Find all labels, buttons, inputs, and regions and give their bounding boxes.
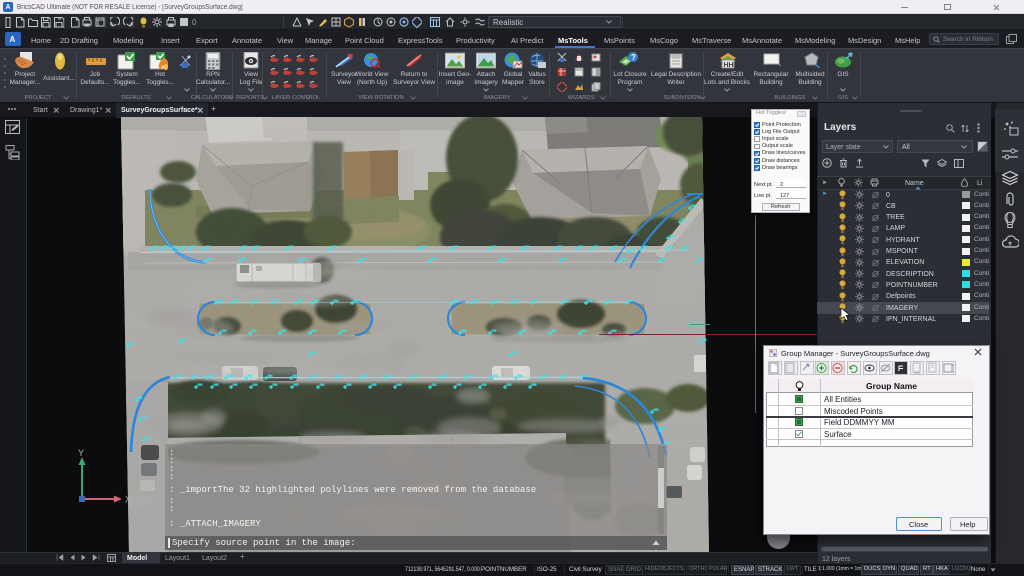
svg-text:?: ? (631, 53, 636, 62)
svg-text:X: X (125, 495, 131, 505)
svg-text:Y: Y (78, 448, 84, 458)
svg-text:HH: HH (724, 62, 734, 69)
